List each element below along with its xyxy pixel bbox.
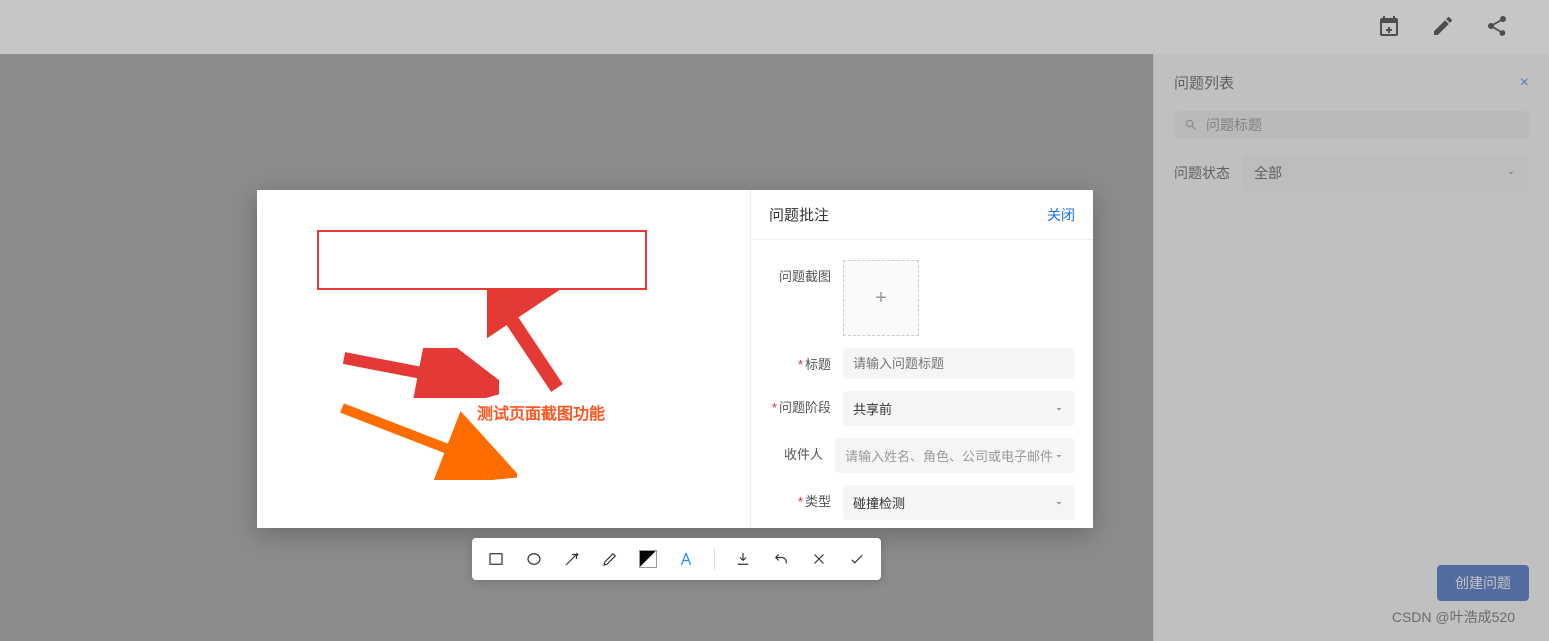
screenshot-label: 问题截图 (769, 260, 831, 285)
stage-label: 问题阶段 (769, 391, 831, 416)
annotation-canvas[interactable]: 测试页面截图功能 (257, 190, 751, 528)
recipient-placeholder: 请输入姓名、角色、公司或电子邮件 (845, 446, 1053, 465)
arrow-annotation-2[interactable] (339, 348, 499, 398)
type-value: 碰撞检测 (853, 493, 905, 512)
text-annotation[interactable]: 测试页面截图功能 (477, 400, 605, 424)
title-label: 标题 (769, 348, 831, 373)
type-label: 类型 (769, 485, 831, 510)
type-select[interactable]: 碰撞检测 (843, 485, 1075, 520)
close-button[interactable]: 关闭 (1047, 205, 1075, 225)
pencil-tool[interactable] (600, 549, 620, 569)
rectangle-annotation[interactable] (317, 230, 647, 290)
recipient-label: 收件人 (769, 438, 823, 463)
recipient-select[interactable]: 请输入姓名、角色、公司或电子邮件 (835, 438, 1075, 473)
chevron-down-icon (1053, 403, 1065, 415)
toolbar-top (0, 0, 1549, 54)
arrow-tool[interactable] (562, 549, 582, 569)
text-tool[interactable] (676, 549, 696, 569)
screenshot-toolbar (472, 538, 881, 580)
share-icon[interactable] (1485, 14, 1509, 41)
separator (714, 548, 715, 570)
screenshot-upload[interactable]: + (843, 260, 919, 336)
title-input[interactable] (843, 348, 1075, 379)
annotation-modal: 测试页面截图功能 问题批注 关闭 问题截图 + 标题 问题阶段 共享前 收件人 (257, 190, 1093, 528)
arrow-annotation-1[interactable] (487, 288, 567, 398)
rectangle-tool[interactable] (486, 549, 506, 569)
panel-overlay (1153, 54, 1549, 641)
color-tool[interactable] (638, 549, 658, 569)
issue-form: 问题批注 关闭 问题截图 + 标题 问题阶段 共享前 收件人 请输入 (751, 190, 1093, 528)
calendar-add-icon[interactable] (1377, 14, 1401, 41)
chevron-down-icon (1053, 450, 1065, 462)
form-title: 问题批注 (769, 204, 829, 225)
ellipse-tool[interactable] (524, 549, 544, 569)
download-tool[interactable] (733, 549, 753, 569)
cancel-tool[interactable] (809, 549, 829, 569)
stage-value: 共享前 (853, 399, 892, 418)
edit-icon[interactable] (1431, 14, 1455, 41)
stage-select[interactable]: 共享前 (843, 391, 1075, 426)
watermark: CSDN @叶浩成520 (1392, 607, 1515, 627)
chevron-down-icon (1053, 497, 1065, 509)
confirm-tool[interactable] (847, 549, 867, 569)
undo-tool[interactable] (771, 549, 791, 569)
